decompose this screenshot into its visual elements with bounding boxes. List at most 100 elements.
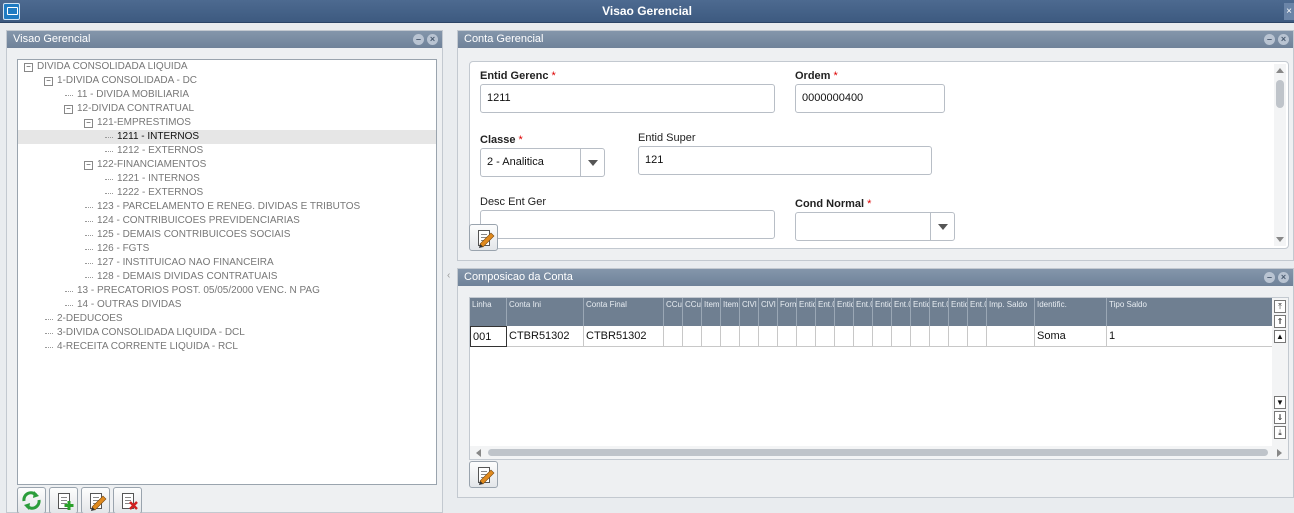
collapse-toggle-icon[interactable]: − bbox=[84, 119, 93, 128]
scroll-left-icon[interactable] bbox=[476, 449, 481, 457]
close-icon[interactable]: × bbox=[1278, 34, 1289, 45]
ordem-field[interactable]: 0000000400 bbox=[795, 84, 945, 113]
tree-item[interactable]: 127 - INSTITUICAO NAO FINANCEIRA bbox=[18, 256, 436, 270]
delete-button[interactable] bbox=[113, 487, 142, 513]
desc-ent-ger-field[interactable] bbox=[480, 210, 775, 239]
scroll-right-icon[interactable] bbox=[1277, 449, 1282, 457]
column-header[interactable]: Item bbox=[721, 298, 740, 326]
close-icon[interactable]: × bbox=[1278, 272, 1289, 283]
tree-item[interactable]: 123 - PARCELAMENTO E RENEG. DIVIDAS E TR… bbox=[18, 200, 436, 214]
column-header[interactable]: ClVl bbox=[759, 298, 778, 326]
column-header[interactable]: Identific. bbox=[1035, 298, 1107, 326]
column-header[interactable]: Entid bbox=[949, 298, 968, 326]
row-down-icon[interactable]: ▼ bbox=[1274, 396, 1286, 409]
grid-vertical-scrollbar[interactable]: ⤒ ⇑ ▲ ▼ ⇓ ⤓ bbox=[1272, 298, 1288, 446]
column-header[interactable]: Tipo Saldo bbox=[1107, 298, 1273, 326]
tree-item[interactable]: 126 - FGTS bbox=[18, 242, 436, 256]
tree-item[interactable]: −122-FINANCIAMENTOS bbox=[18, 158, 436, 172]
row-up-icon[interactable]: ▲ bbox=[1274, 330, 1286, 343]
first-record-icon[interactable]: ⤒ bbox=[1274, 300, 1286, 313]
collapse-toggle-icon[interactable]: − bbox=[44, 77, 53, 86]
collapse-toggle-icon[interactable]: − bbox=[84, 161, 93, 170]
last-record-icon[interactable]: ⤓ bbox=[1274, 426, 1286, 439]
column-header[interactable]: Item bbox=[702, 298, 721, 326]
tree-item[interactable]: 13 - PRECATORIOS POST. 05/05/2000 VENC. … bbox=[18, 284, 436, 298]
column-header[interactable]: CCu bbox=[683, 298, 702, 326]
column-header[interactable]: Entid bbox=[873, 298, 892, 326]
edit-button[interactable] bbox=[81, 487, 110, 513]
tree-item[interactable]: 128 - DEMAIS DIVIDAS CONTRATUAIS bbox=[18, 270, 436, 284]
form-scrollbar[interactable] bbox=[1274, 64, 1286, 246]
table-cell[interactable] bbox=[911, 326, 930, 347]
table-cell[interactable] bbox=[892, 326, 911, 347]
scroll-thumb[interactable] bbox=[1276, 80, 1284, 108]
refresh-button[interactable] bbox=[17, 487, 46, 513]
table-cell[interactable] bbox=[949, 326, 968, 347]
column-header[interactable]: Entid bbox=[835, 298, 854, 326]
tree-view[interactable]: − DIVIDA CONSOLIDADA LIQUIDA −1-DIVIDA CON… bbox=[17, 59, 437, 485]
table-cell[interactable] bbox=[683, 326, 702, 347]
column-header[interactable]: ClVl bbox=[740, 298, 759, 326]
tree-item[interactable]: −121-EMPRESTIMOS bbox=[18, 116, 436, 130]
table-cell[interactable] bbox=[797, 326, 816, 347]
tree-item[interactable]: 124 - CONTRIBUICOES PREVIDENCIARIAS bbox=[18, 214, 436, 228]
column-header[interactable]: Conta Final bbox=[584, 298, 664, 326]
table-cell[interactable] bbox=[987, 326, 1035, 347]
tree-item[interactable]: 14 - OUTRAS DIVIDAS bbox=[18, 298, 436, 312]
table-cell[interactable] bbox=[873, 326, 892, 347]
tree-item[interactable]: −12-DIVIDA CONTRATUAL bbox=[18, 102, 436, 116]
table-cell[interactable] bbox=[664, 326, 683, 347]
table-cell[interactable]: 001 bbox=[470, 326, 507, 347]
column-header[interactable]: Conta Ini bbox=[507, 298, 584, 326]
column-header[interactable]: Linha bbox=[470, 298, 507, 326]
tree-item[interactable]: 1221 - INTERNOS bbox=[18, 172, 436, 186]
classe-select[interactable]: 2 - Analitica bbox=[480, 148, 605, 177]
table-cell[interactable]: CTBR51302 bbox=[507, 326, 584, 347]
column-header[interactable]: Ent.0 bbox=[892, 298, 911, 326]
table-cell[interactable] bbox=[702, 326, 721, 347]
page-down-icon[interactable]: ⇓ bbox=[1274, 411, 1286, 424]
tree-item[interactable]: 1212 - EXTERNOS bbox=[18, 144, 436, 158]
collapse-toggle-icon[interactable]: − bbox=[24, 63, 33, 72]
tree-item[interactable]: −1-DIVIDA CONSOLIDADA - DC bbox=[18, 74, 436, 88]
column-header[interactable]: CCu bbox=[664, 298, 683, 326]
scroll-thumb[interactable] bbox=[488, 449, 1268, 456]
table-cell[interactable] bbox=[854, 326, 873, 347]
table-cell[interactable]: CTBR51302 bbox=[584, 326, 664, 347]
collapse-toggle-icon[interactable]: − bbox=[64, 105, 73, 114]
add-button[interactable] bbox=[49, 487, 78, 513]
table-cell[interactable] bbox=[721, 326, 740, 347]
page-up-icon[interactable]: ⇑ bbox=[1274, 315, 1286, 328]
column-header[interactable]: Imp. Saldo bbox=[987, 298, 1035, 326]
table-cell[interactable] bbox=[835, 326, 854, 347]
column-header[interactable]: Entid bbox=[911, 298, 930, 326]
table-cell[interactable] bbox=[968, 326, 987, 347]
minimize-icon[interactable]: – bbox=[1264, 34, 1275, 45]
cond-normal-select[interactable] bbox=[795, 212, 955, 241]
tree-item[interactable]: − DIVIDA CONSOLIDADA LIQUIDA bbox=[18, 60, 436, 74]
tree-item[interactable]: 125 - DEMAIS CONTRIBUICOES SOCIAIS bbox=[18, 228, 436, 242]
minimize-icon[interactable]: – bbox=[413, 34, 424, 45]
scroll-down-icon[interactable] bbox=[1276, 237, 1284, 242]
window-close-button[interactable]: × bbox=[1284, 3, 1294, 20]
splitter-handle[interactable]: ‹ bbox=[447, 270, 450, 281]
entid-super-field[interactable]: 121 bbox=[638, 146, 932, 175]
chevron-down-icon[interactable] bbox=[930, 213, 954, 240]
tree-item[interactable]: 2-DEDUCOES bbox=[18, 312, 436, 326]
minimize-icon[interactable]: – bbox=[1264, 272, 1275, 283]
column-header[interactable]: Entid bbox=[797, 298, 816, 326]
entid-gerenc-field[interactable]: 1211 bbox=[480, 84, 775, 113]
table-cell[interactable]: 1 bbox=[1107, 326, 1273, 347]
table-cell[interactable] bbox=[740, 326, 759, 347]
column-header[interactable]: Ent.0 bbox=[968, 298, 987, 326]
scroll-up-icon[interactable] bbox=[1276, 68, 1284, 73]
tree-item[interactable]: 1222 - EXTERNOS bbox=[18, 186, 436, 200]
composicao-edit-button[interactable] bbox=[469, 461, 498, 488]
tree-item[interactable]: 3-DIVIDA CONSOLIDADA LIQUIDA - DCL bbox=[18, 326, 436, 340]
table-cell[interactable] bbox=[759, 326, 778, 347]
column-header[interactable]: Ent.0 bbox=[854, 298, 873, 326]
close-icon[interactable]: × bbox=[427, 34, 438, 45]
tree-item[interactable]: 1211 - INTERNOS bbox=[18, 130, 436, 144]
composicao-grid[interactable]: Linha Conta Ini Conta Final CCu CCu Item Item C… bbox=[469, 297, 1289, 460]
column-header[interactable]: Ent.0 bbox=[930, 298, 949, 326]
